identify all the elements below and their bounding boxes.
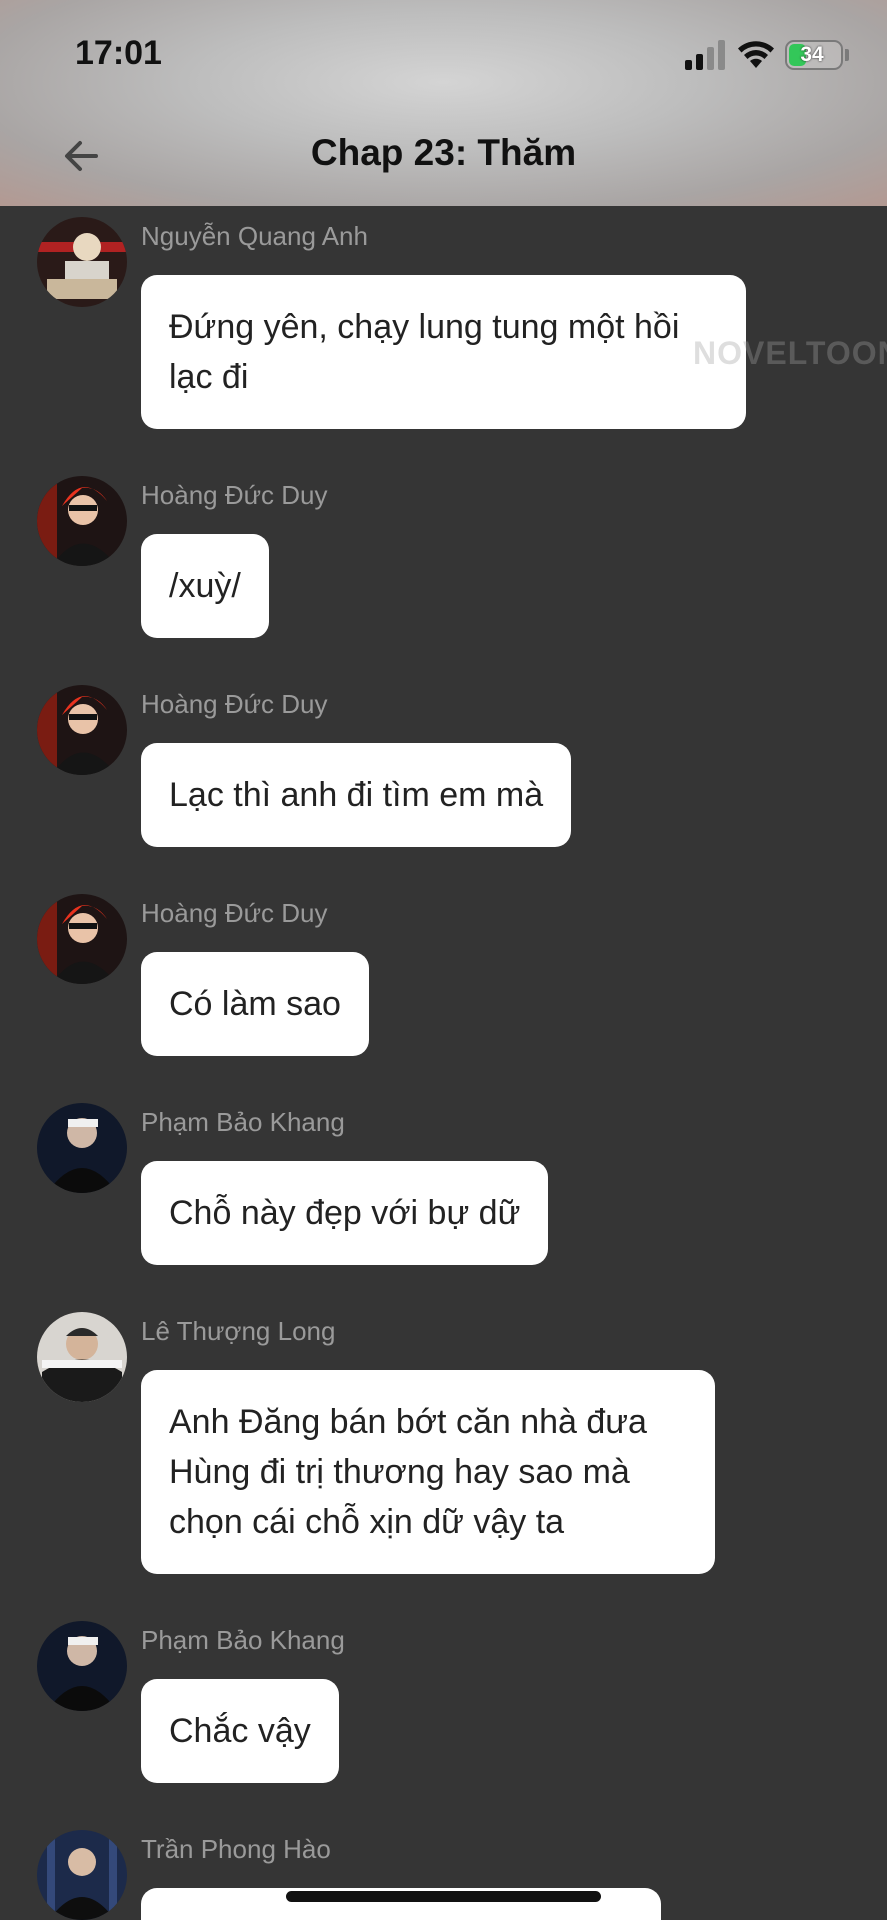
message-bubble: Có làm sao — [141, 952, 369, 1056]
cellular-signal-icon — [685, 40, 727, 70]
battery-cap — [845, 49, 849, 61]
header: 17:01 34 Chap 23: Thăm — [0, 0, 887, 206]
sender-name: Hoàng Đức Duy — [141, 480, 328, 510]
battery-percent: 34 — [800, 43, 824, 66]
avatar[interactable] — [37, 1312, 127, 1402]
home-indicator[interactable] — [286, 1891, 601, 1902]
message-bubble: Đứng yên, chạy lung tung một hồi lạc đi — [141, 275, 746, 429]
status-bar: 17:01 34 — [0, 0, 887, 110]
sender-name: Nguyễn Quang Anh — [141, 221, 368, 251]
status-time: 17:01 — [75, 34, 162, 72]
sender-name: Trần Phong Hào — [141, 1834, 331, 1864]
message-bubble: Chỗ này đẹp với bự dữ — [141, 1161, 549, 1265]
avatar[interactable] — [37, 1621, 127, 1711]
sender-name: Hoàng Đức Duy — [141, 689, 328, 719]
avatar[interactable] — [37, 217, 127, 307]
chat-list[interactable]: Nguyễn Quang Anh Đứng yên, chạy lung tun… — [0, 206, 887, 1920]
avatar[interactable] — [37, 894, 127, 984]
message-bubble: Lạc thì anh đi tìm em mà — [141, 743, 572, 847]
avatar[interactable] — [37, 1830, 127, 1920]
avatar[interactable] — [37, 1103, 127, 1193]
battery-icon: 34 — [785, 40, 843, 70]
page-title: Chap 23: Thăm — [310, 132, 577, 173]
message-bubble: /xuỳ/ — [141, 534, 269, 638]
avatar[interactable] — [37, 685, 127, 775]
sender-name: Phạm Bảo Khang — [141, 1107, 345, 1137]
wifi-icon — [738, 41, 774, 68]
message-bubble: Chắc vậy — [141, 1679, 339, 1783]
sender-name: Phạm Bảo Khang — [141, 1625, 345, 1655]
nav-bar: Chap 23: Thăm — [0, 120, 887, 192]
avatar[interactable] — [37, 476, 127, 566]
sender-name: Hoàng Đức Duy — [141, 898, 328, 928]
sender-name: Lê Thượng Long — [141, 1316, 336, 1346]
message-bubble: Anh Đăng bán bớt căn nhà đưa Hùng đi trị… — [141, 1370, 715, 1574]
watermark-logo: NOVELTOON — [693, 335, 887, 371]
